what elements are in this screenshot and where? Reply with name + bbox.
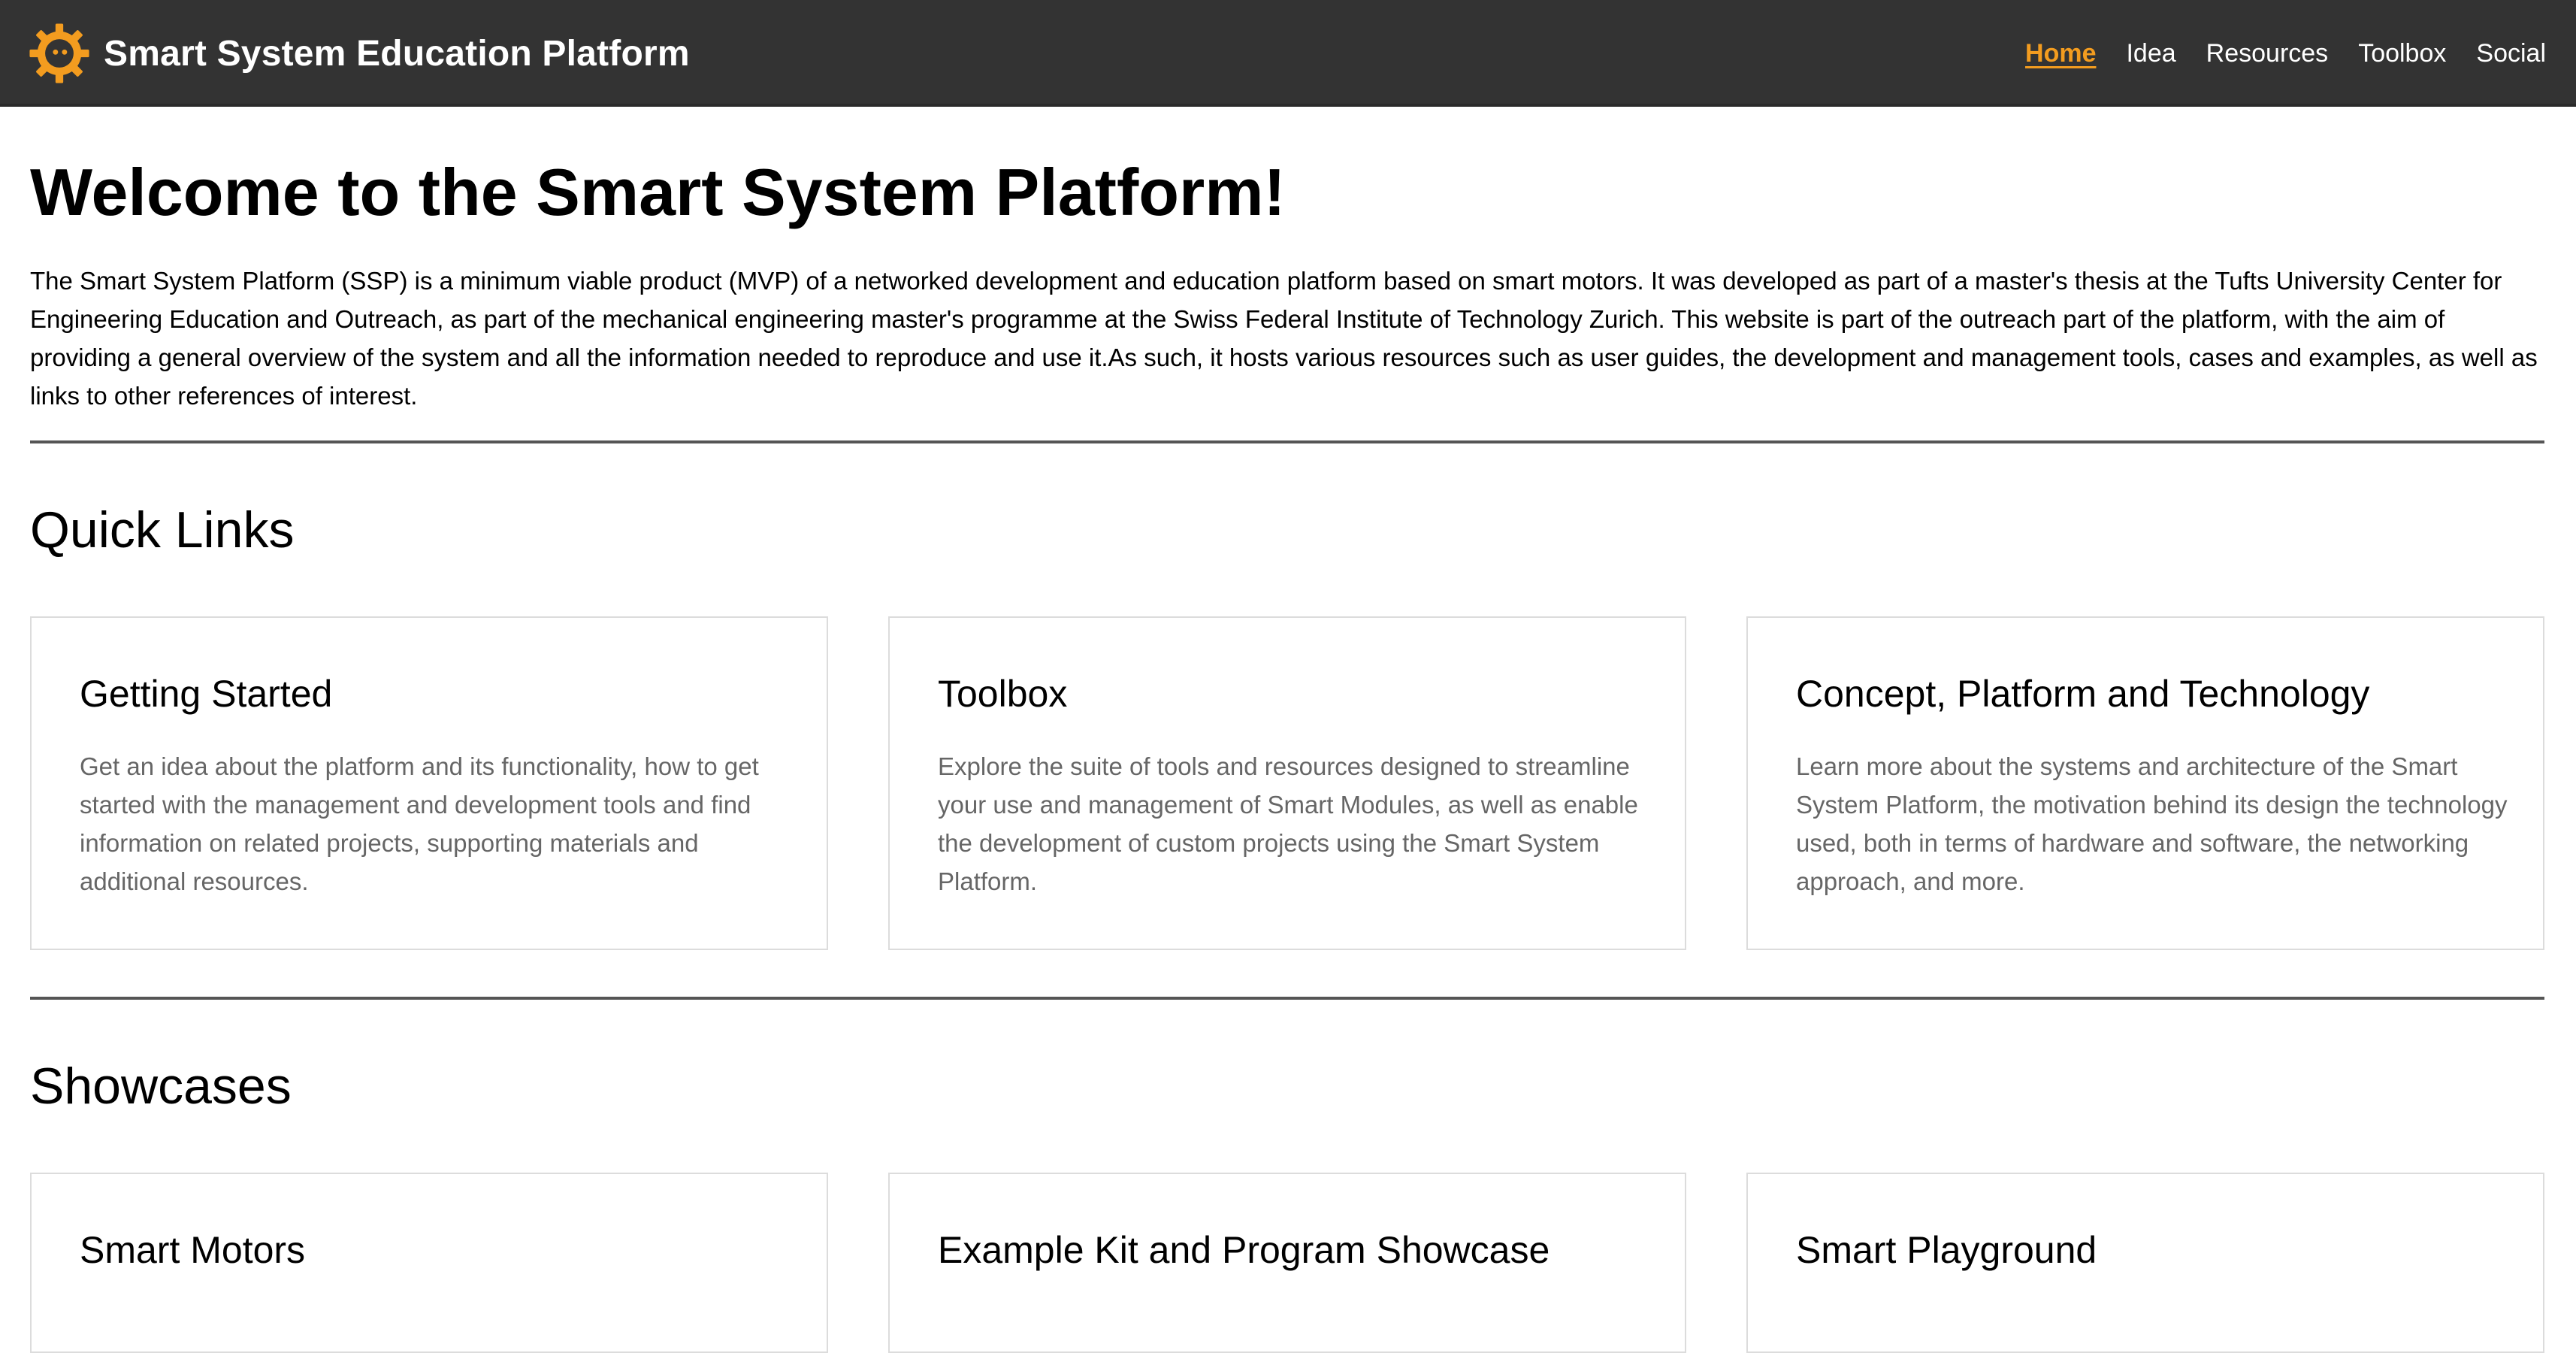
showcases-row: Smart Motors Example Kit and Program Sho… — [30, 1173, 2544, 1353]
section-divider — [30, 997, 2544, 1000]
card-title: Concept, Platform and Technology — [1796, 673, 2370, 715]
nav-resources-link[interactable]: Resources — [2206, 39, 2329, 68]
showcases-heading: Showcases — [30, 1058, 292, 1115]
brand-link[interactable]: Smart System Education Platform — [27, 20, 690, 87]
card-text: Explore the suite of tools and resources… — [938, 752, 1638, 895]
card-getting-started[interactable]: Getting Started Get an idea about the pl… — [30, 616, 828, 950]
card-text: Learn more about the systems and archite… — [1796, 752, 2508, 895]
nav-toolbox-link[interactable]: Toolbox — [2358, 39, 2446, 68]
nav-home-link[interactable]: Home — [2025, 39, 2096, 68]
card-text: Get an idea about the platform and its f… — [80, 752, 759, 895]
nav-social-link[interactable]: Social — [2476, 39, 2546, 68]
quick-links-row: Getting Started Get an idea about the pl… — [30, 616, 2544, 950]
card-example-kit-showcase[interactable]: Example Kit and Program Showcase — [888, 1173, 1686, 1353]
quick-links-heading: Quick Links — [30, 501, 295, 558]
intro-paragraph: The Smart System Platform (SSP) is a min… — [30, 267, 2538, 410]
section-divider — [30, 440, 2544, 443]
main-nav: Home Idea Resources Toolbox Social — [2025, 0, 2546, 107]
card-smart-playground[interactable]: Smart Playground — [1746, 1173, 2544, 1353]
page-title: Welcome to the Smart System Platform! — [30, 155, 1286, 229]
card-smart-motors[interactable]: Smart Motors — [30, 1173, 828, 1353]
card-toolbox[interactable]: Toolbox Explore the suite of tools and r… — [888, 616, 1686, 950]
card-title: Getting Started — [80, 673, 333, 715]
card-title: Toolbox — [938, 673, 1068, 715]
card-title: Example Kit and Program Showcase — [938, 1229, 1550, 1271]
card-title: Smart Playground — [1796, 1229, 2097, 1271]
card-concept-platform-technology[interactable]: Concept, Platform and Technology Learn m… — [1746, 616, 2544, 950]
nav-idea-link[interactable]: Idea — [2126, 39, 2175, 68]
top-navbar: Smart System Education Platform Home Ide… — [0, 0, 2576, 107]
gear-logo-icon — [29, 23, 89, 83]
brand-title: Smart System Education Platform — [104, 33, 690, 74]
card-title: Smart Motors — [80, 1229, 306, 1271]
